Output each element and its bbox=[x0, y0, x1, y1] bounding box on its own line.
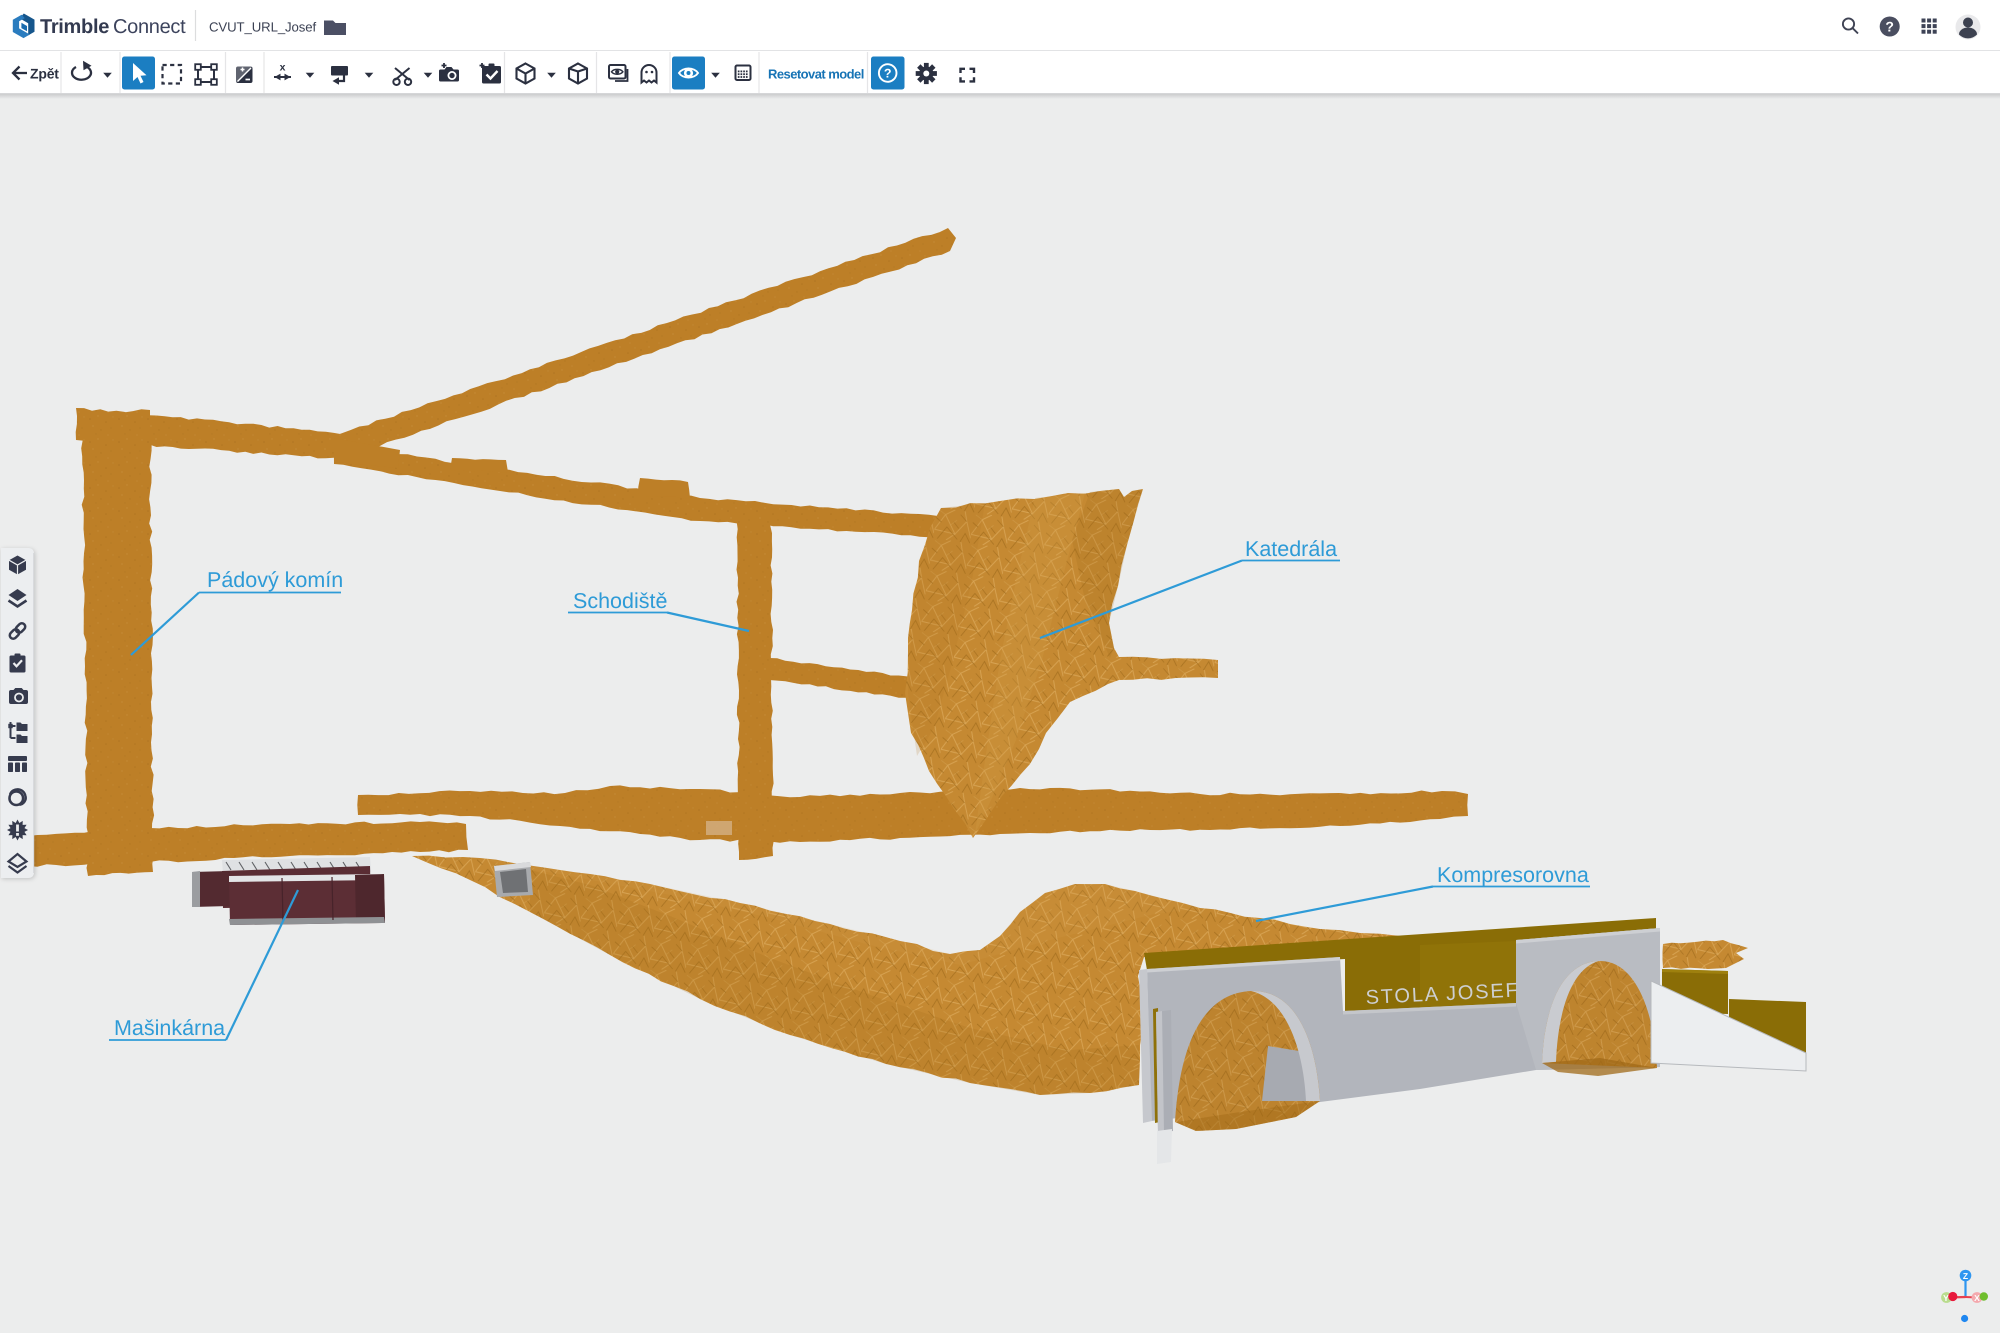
svg-text:Pádový komín: Pádový komín bbox=[207, 568, 343, 592]
svg-text:Trimble: Trimble bbox=[40, 16, 109, 38]
svg-text:Schodiště: Schodiště bbox=[573, 589, 667, 613]
svg-text:Y: Y bbox=[1943, 1293, 1949, 1303]
svg-text:Zpět: Zpět bbox=[30, 66, 59, 82]
svg-text:CVUT_URL_Josef: CVUT_URL_Josef bbox=[209, 20, 317, 35]
svg-text:?: ? bbox=[884, 67, 892, 81]
svg-text:X: X bbox=[1974, 1293, 1980, 1303]
svg-text:Katedrála: Katedrála bbox=[1245, 537, 1337, 561]
svg-text:Resetovat model: Resetovat model bbox=[768, 67, 864, 82]
svg-text:Connect: Connect bbox=[113, 16, 186, 38]
svg-text:x: x bbox=[280, 62, 286, 74]
svg-text:?: ? bbox=[1885, 19, 1894, 35]
svg-text:Z: Z bbox=[1963, 1271, 1968, 1281]
svg-text:Kompresorovna: Kompresorovna bbox=[1437, 863, 1589, 887]
svg-text:Mašinkárna: Mašinkárna bbox=[114, 1016, 225, 1040]
